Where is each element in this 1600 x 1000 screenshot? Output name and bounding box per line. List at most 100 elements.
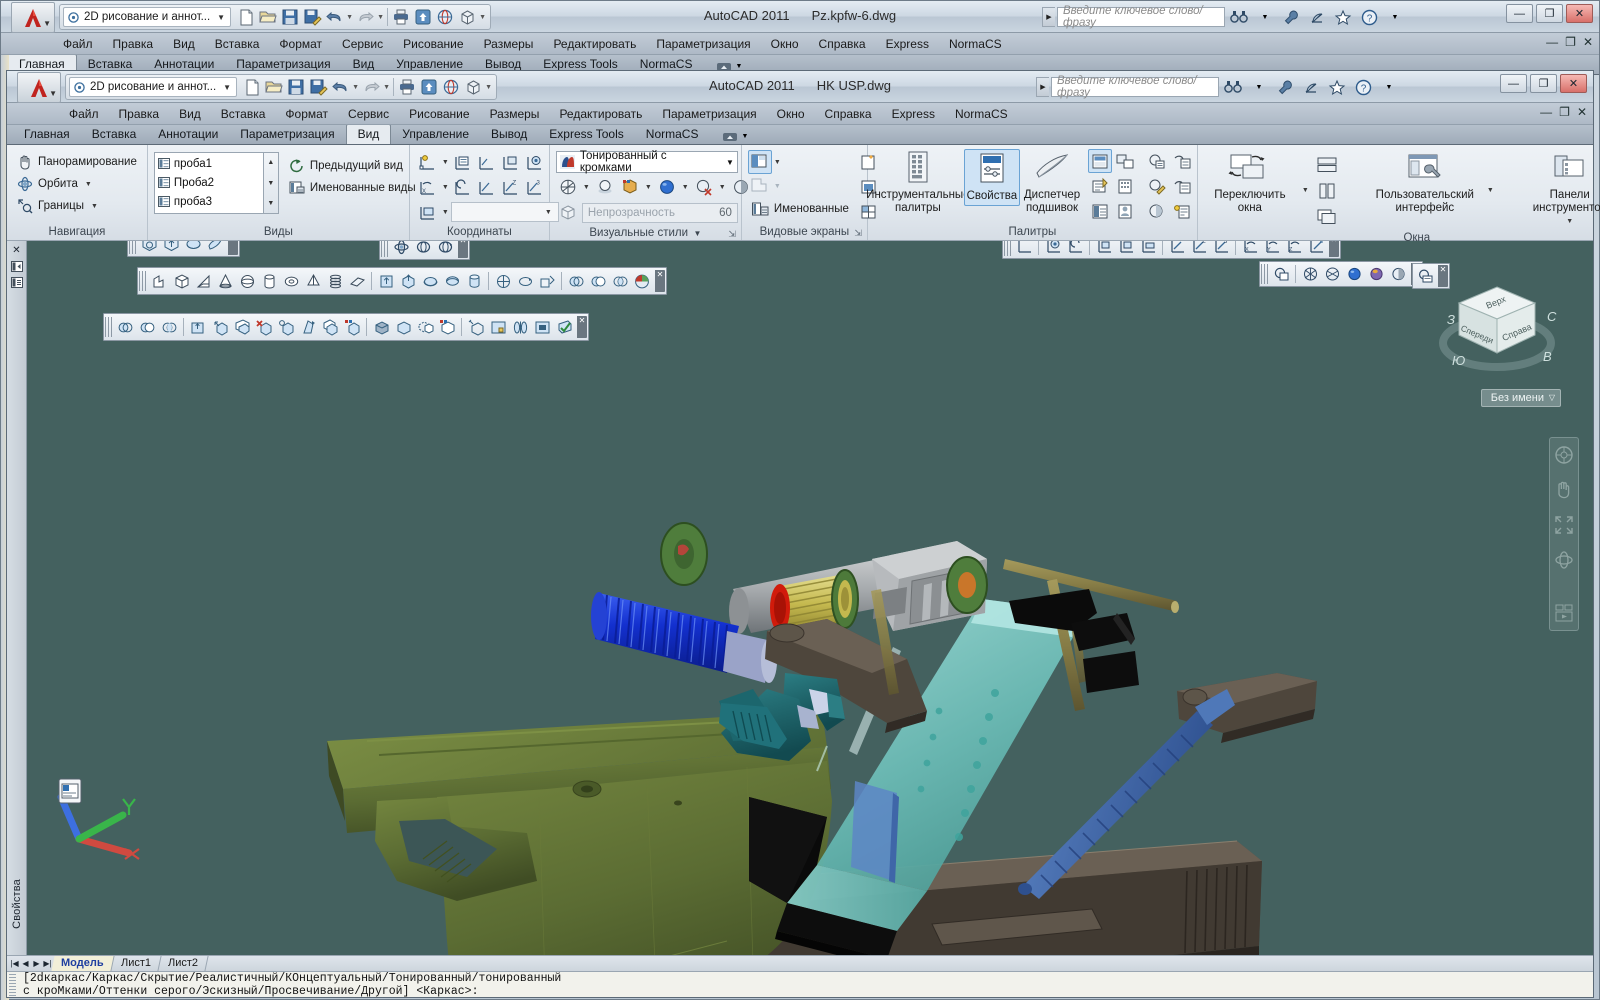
scroll-down-arrow[interactable]: ▼ bbox=[264, 174, 278, 193]
ucs-rotate-y-button[interactable]: Y bbox=[1261, 241, 1283, 257]
undo-button-inner[interactable] bbox=[329, 76, 351, 98]
autocad-logo-button[interactable]: ▼ bbox=[11, 2, 55, 33]
properties-palette-button[interactable]: Свойства bbox=[963, 149, 1020, 206]
material-attach-button[interactable] bbox=[1170, 174, 1194, 198]
intersect-button[interactable] bbox=[609, 271, 631, 292]
toolbars-caret[interactable]: ▼ bbox=[1564, 215, 1575, 228]
menu-item-format[interactable]: Формат bbox=[269, 35, 332, 53]
ucs-object-tb-button[interactable] bbox=[1115, 241, 1137, 257]
render-environment-button[interactable] bbox=[1145, 199, 1169, 223]
planar-surface-button[interactable] bbox=[346, 271, 368, 292]
se-delete-faces-button[interactable] bbox=[253, 317, 275, 338]
sweep-button[interactable] bbox=[441, 271, 463, 292]
tab-first-button[interactable]: |◀ bbox=[9, 959, 20, 968]
toolbar-grip[interactable] bbox=[105, 317, 112, 337]
workspace-combo-inner[interactable]: 2D рисование и аннот... ▼ bbox=[69, 77, 238, 97]
toolbar-grip[interactable] bbox=[381, 241, 388, 257]
se-union-button[interactable] bbox=[114, 317, 136, 338]
search-input[interactable]: Введите ключевое слово/фразу bbox=[1057, 5, 1225, 29]
layout-tab-model[interactable]: Модель bbox=[51, 956, 115, 971]
maximize-button-inner[interactable]: ❐ bbox=[1530, 74, 1557, 93]
tab-parametric-inner[interactable]: Параметризация bbox=[229, 125, 345, 144]
vs-2dwireframe-button[interactable] bbox=[138, 241, 160, 255]
help-dropdown-caret-inner[interactable]: ▼ bbox=[1377, 76, 1401, 98]
render-lights-button[interactable] bbox=[1299, 264, 1321, 285]
tab-insert-inner[interactable]: Вставка bbox=[81, 125, 148, 144]
doc-minimize-button-inner[interactable]: — bbox=[1540, 105, 1552, 119]
menu-item-insert-inner[interactable]: Вставка bbox=[211, 105, 276, 123]
menu-item-format-inner[interactable]: Формат bbox=[275, 105, 338, 123]
tile-horizontally-button[interactable] bbox=[1315, 153, 1339, 177]
menu-item-view-inner[interactable]: Вид bbox=[169, 105, 211, 123]
opacity-toggle-button[interactable] bbox=[556, 201, 580, 225]
ucs-named-button[interactable] bbox=[451, 150, 475, 174]
se-interfere-button[interactable] bbox=[509, 317, 531, 338]
redo-dropdown-caret[interactable]: ▼ bbox=[382, 84, 391, 91]
union-button[interactable] bbox=[565, 271, 587, 292]
ucs-3d-button[interactable]: 3 bbox=[523, 175, 547, 199]
publish-button-inner[interactable] bbox=[418, 76, 440, 98]
box-button[interactable] bbox=[170, 271, 192, 292]
search-button[interactable] bbox=[1227, 6, 1251, 28]
toolbar-modeling[interactable]: ✕ bbox=[137, 267, 667, 295]
tab-output-inner[interactable]: Вывод bbox=[480, 125, 538, 144]
ucs-face-tb-button[interactable] bbox=[1093, 241, 1115, 257]
workspace-combo[interactable]: 2D рисование и аннот... ▼ bbox=[63, 7, 232, 27]
user-interface-button[interactable]: Пользовательский интерфейс bbox=[1369, 151, 1481, 217]
save-button-inner[interactable] bbox=[285, 76, 307, 98]
zoom-dropdown-caret[interactable]: ▼ bbox=[89, 203, 100, 210]
ucs-dropdown-caret[interactable]: ▼ bbox=[440, 159, 451, 166]
redo-dropdown-caret[interactable]: ▼ bbox=[376, 14, 385, 21]
cone-button[interactable] bbox=[214, 271, 236, 292]
close-button-inner[interactable]: ✕ bbox=[1560, 74, 1587, 93]
se-subtract-button[interactable] bbox=[136, 317, 158, 338]
shadow-button[interactable] bbox=[593, 175, 617, 199]
palette-properties-icon[interactable] bbox=[10, 276, 24, 289]
communication-center-caret[interactable]: ▼ bbox=[1253, 6, 1277, 28]
doc-close-button-inner[interactable]: ✕ bbox=[1577, 105, 1587, 119]
extrude-button[interactable] bbox=[375, 271, 397, 292]
pyramid-button[interactable] bbox=[302, 271, 324, 292]
tile-vertically-button[interactable] bbox=[1315, 179, 1339, 203]
design-center-button[interactable] bbox=[1088, 199, 1112, 223]
chevron-down-icon[interactable]: ▽ bbox=[1549, 393, 1555, 402]
sphere-button[interactable] bbox=[236, 271, 258, 292]
undo-dropdown-caret[interactable]: ▼ bbox=[351, 84, 360, 91]
layout-tab-2[interactable]: Лист2 bbox=[158, 956, 209, 971]
quick-calc-button[interactable] bbox=[1088, 149, 1113, 173]
material-caret[interactable]: ▼ bbox=[680, 184, 691, 191]
ucs-face-button[interactable] bbox=[499, 150, 523, 174]
normacs-button-inner[interactable] bbox=[440, 76, 462, 98]
polysolid-button[interactable] bbox=[148, 271, 170, 292]
tab-view-inner[interactable]: Вид bbox=[345, 124, 392, 144]
qat-overflow-caret-inner[interactable]: ▼ bbox=[484, 84, 493, 91]
tab-express-tools-inner[interactable]: Express Tools bbox=[538, 125, 634, 144]
ribbon-minimize-control-inner[interactable]: ▼ bbox=[723, 131, 748, 144]
menu-item-dimensions[interactable]: Размеры bbox=[474, 35, 544, 53]
communication-center-button-inner[interactable] bbox=[1299, 76, 1323, 98]
viewport-join-caret[interactable]: ▼ bbox=[772, 183, 783, 190]
search-input-inner[interactable]: Введите ключевое слово/фразу bbox=[1051, 75, 1219, 99]
ucs-x-button[interactable]: X bbox=[416, 175, 440, 199]
normacs-button[interactable] bbox=[434, 6, 456, 28]
menu-item-edit-inner[interactable]: Правка bbox=[109, 105, 170, 123]
ucs-3point-tb-button[interactable]: 3 bbox=[1210, 241, 1232, 257]
menu-item-normacs[interactable]: NormaCS bbox=[939, 35, 1012, 53]
chevron-down-icon[interactable]: ▼ bbox=[214, 13, 228, 22]
se-color-faces-button[interactable] bbox=[341, 317, 363, 338]
menu-item-help[interactable]: Справка bbox=[809, 35, 876, 53]
help-button[interactable]: ? bbox=[1357, 6, 1381, 28]
command-line[interactable]: [2dкаркас/Каркас/Скрытие/Реалистичный/КО… bbox=[7, 971, 1593, 997]
tab-home-inner[interactable]: Главная bbox=[13, 125, 81, 144]
maximize-button[interactable]: ❐ bbox=[1536, 4, 1563, 23]
content-explorer-button[interactable] bbox=[1113, 199, 1137, 223]
orbit-continuous-button[interactable] bbox=[434, 241, 456, 258]
view-cube[interactable]: С В Ю З Верх Спереди Справа bbox=[1435, 269, 1565, 389]
toolbar-visual-styles-small[interactable]: ✕ bbox=[127, 241, 240, 257]
menu-item-express[interactable]: Express bbox=[876, 35, 939, 53]
xray-effect-button[interactable] bbox=[556, 175, 580, 199]
logo-dropdown-caret[interactable]: ▼ bbox=[43, 19, 51, 28]
subscription-center-button-inner[interactable] bbox=[1273, 76, 1297, 98]
ucs-origin-tb-button[interactable] bbox=[1166, 241, 1188, 257]
ucs-view-button[interactable] bbox=[523, 150, 547, 174]
